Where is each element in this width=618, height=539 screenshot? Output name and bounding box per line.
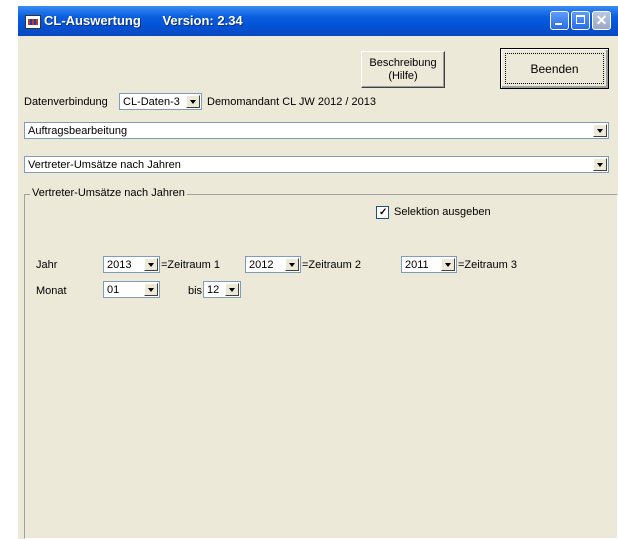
- report-value: Vertreter-Umsätze nach Jahren: [28, 159, 181, 171]
- period-label-2: =Zeitraum 2: [302, 259, 361, 271]
- month-to-select[interactable]: 12: [203, 281, 241, 298]
- chevron-down-icon[interactable]: [186, 95, 200, 108]
- year-select-1[interactable]: 2013: [103, 256, 160, 273]
- month-label: Monat: [36, 285, 67, 297]
- window-title: CL-Auswertung Version: 2.34: [44, 13, 243, 28]
- minimize-button[interactable]: [550, 11, 569, 30]
- connection-select[interactable]: CL-Daten-3: [119, 93, 202, 110]
- app-icon[interactable]: [25, 15, 41, 29]
- connection-value: CL-Daten-3: [123, 96, 180, 108]
- year-label: Jahr: [36, 259, 58, 271]
- group-title: Vertreter-Umsätze nach Jahren: [30, 187, 187, 199]
- close-button[interactable]: ✕: [592, 11, 611, 30]
- chevron-down-icon[interactable]: [593, 124, 607, 137]
- report-options-group: [24, 194, 618, 539]
- chevron-down-icon[interactable]: [144, 283, 158, 296]
- maximize-icon: [576, 15, 585, 24]
- period-label-1: =Zeitraum 1: [161, 259, 220, 271]
- report-select[interactable]: Vertreter-Umsätze nach Jahren: [24, 156, 609, 173]
- help-button[interactable]: Beschreibung (Hilfe): [361, 51, 445, 88]
- chevron-down-icon[interactable]: [285, 258, 299, 271]
- month-from-value: 01: [107, 284, 120, 296]
- minimize-icon: [555, 23, 562, 25]
- help-button-label-2: (Hilfe): [388, 70, 418, 82]
- year-value-3: 2011: [405, 259, 429, 271]
- chevron-down-icon[interactable]: [441, 258, 455, 271]
- year-value-1: 2013: [107, 259, 132, 271]
- module-select[interactable]: Auftragsbearbeitung: [24, 122, 609, 139]
- close-icon: ✕: [595, 12, 608, 28]
- year-select-3[interactable]: 2011: [401, 256, 457, 273]
- selection-checkbox[interactable]: ✓: [376, 206, 389, 219]
- year-select-2[interactable]: 2012: [245, 256, 301, 273]
- month-from-select[interactable]: 01: [103, 281, 160, 298]
- window-title-text: CL-Auswertung: [44, 13, 141, 28]
- connection-label: Datenverbindung: [24, 96, 108, 108]
- year-value-2: 2012: [249, 259, 274, 271]
- version-label: Version: 2.34: [162, 13, 243, 28]
- chevron-down-icon[interactable]: [225, 283, 239, 296]
- help-button-label-1: Beschreibung: [369, 57, 437, 69]
- exit-button-label: Beenden: [530, 62, 579, 76]
- exit-button[interactable]: Beenden: [500, 48, 609, 89]
- maximize-button[interactable]: [571, 11, 590, 30]
- month-to-value: 12: [207, 284, 220, 296]
- checkmark-icon: ✓: [379, 207, 388, 218]
- period-label-3: =Zeitraum 3: [458, 259, 517, 271]
- module-value: Auftragsbearbeitung: [28, 125, 128, 137]
- chevron-down-icon[interactable]: [593, 158, 607, 171]
- selection-checkbox-label: Selektion ausgeben: [394, 206, 491, 218]
- client-name: Demomandant CL JW 2012 / 2013: [207, 96, 376, 108]
- chevron-down-icon[interactable]: [144, 258, 158, 271]
- month-to-label: bis: [188, 285, 203, 297]
